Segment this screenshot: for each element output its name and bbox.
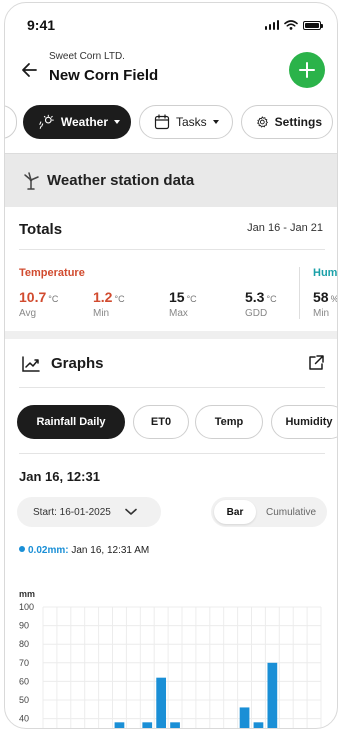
metric-caption: Max (169, 308, 188, 319)
start-date-select[interactable]: Start: 16-01-2025 (17, 497, 161, 527)
windmill-icon (24, 172, 39, 190)
weather-station-header: Weather station data (5, 153, 337, 207)
external-link-icon[interactable] (307, 354, 325, 372)
status-time: 9:41 (27, 17, 56, 33)
metric-value: 58 (313, 289, 329, 305)
tab-tasks-label: Tasks (176, 115, 207, 129)
divider (299, 267, 300, 319)
graphs-title: Graphs (51, 355, 104, 372)
totals-date-range: Jan 16 - Jan 21 (247, 222, 323, 234)
page-title: New Corn Field (49, 67, 159, 84)
calendar-icon (154, 114, 170, 130)
temperature-avg: 10.7 °C Avg (19, 289, 58, 319)
tab-weather-label: Weather (60, 115, 108, 129)
toggle-bar[interactable]: Bar (214, 500, 256, 524)
plus-icon (299, 62, 315, 78)
temperature-max: 15 °C Max (169, 289, 197, 319)
rainfall-bar[interactable] (170, 722, 180, 729)
metric-caption: Min (93, 308, 110, 319)
temperature-gdd: 5.3 °C GDD (245, 289, 277, 319)
phone-frame: 9:41 Sweet Corn LTD. New Corn Field Weat… (4, 2, 338, 729)
tab-tasks[interactable]: Tasks (139, 105, 233, 139)
rainfall-bar[interactable] (142, 722, 153, 729)
chart-mode-toggle: Bar Cumulative (211, 497, 327, 527)
chevron-down-icon (125, 508, 137, 515)
y-tick-label: 100 (19, 602, 34, 612)
chip-et0[interactable]: ET0 (133, 405, 189, 439)
y-tick-label: 80 (19, 639, 29, 649)
battery-icon (303, 20, 323, 30)
y-tick-label: 40 (19, 714, 29, 724)
tab-previous-partial[interactable] (5, 105, 17, 139)
company-name: Sweet Corn LTD. (49, 51, 125, 62)
add-button[interactable] (289, 52, 325, 88)
tab-settings-label: Settings (274, 115, 322, 129)
graph-date: Jan 16, 12:31 (19, 469, 100, 484)
metric-unit: °C (48, 294, 59, 304)
humidity-min: 58% Min (313, 289, 338, 319)
metric-value: 5.3 (245, 289, 265, 305)
rainfall-bar[interactable] (239, 707, 250, 729)
rainfall-bar[interactable] (267, 662, 278, 729)
chip-rainfall-daily[interactable]: Rainfall Daily (17, 405, 125, 439)
totals-title: Totals (19, 221, 63, 238)
reading-time: Jan 16, 12:31 AM (71, 545, 150, 556)
selected-reading: 0.02mm: Jan 16, 12:31 AM (19, 545, 149, 556)
rain-sun-icon (39, 114, 54, 129)
rainfall-bar[interactable] (114, 722, 125, 729)
metric-value: 1.2 (93, 289, 113, 305)
metric-value: 10.7 (19, 289, 47, 305)
humidity-label: Humi (313, 267, 338, 279)
chip-humidity[interactable]: Humidity (271, 405, 337, 439)
tab-weather[interactable]: Weather (23, 105, 131, 139)
metric-unit: °C (114, 294, 125, 304)
y-tick-label: 50 (19, 695, 29, 705)
app-header: Sweet Corn LTD. New Corn Field (5, 47, 337, 97)
weather-station-title: Weather station data (47, 172, 195, 189)
chevron-down-icon (212, 120, 219, 124)
trend-chart-icon (22, 356, 40, 372)
divider (19, 387, 325, 388)
chip-temp[interactable]: Temp (195, 405, 263, 439)
reading-amount: 0.02mm: (28, 545, 69, 556)
back-arrow-icon[interactable] (19, 59, 41, 81)
wifi-icon (284, 20, 298, 30)
totals-header: Totals Jan 16 - Jan 21 (5, 217, 337, 241)
divider (19, 453, 325, 454)
series-dot (19, 546, 25, 553)
rainfall-bar[interactable] (253, 722, 264, 729)
metric-unit: °C (266, 294, 277, 304)
y-tick-label: 70 (19, 658, 29, 668)
divider (19, 249, 325, 250)
rainfall-bar[interactable] (156, 677, 167, 729)
y-tick-label: 60 (19, 676, 29, 686)
start-date-value: Start: 16-01-2025 (33, 506, 111, 518)
metric-caption: Avg (19, 308, 37, 319)
tab-bar: Weather Tasks Settings (5, 105, 337, 139)
metric-unit: °C (186, 294, 197, 304)
tab-settings[interactable]: Settings (241, 105, 333, 139)
y-tick-label: 90 (19, 621, 29, 631)
gear-icon (257, 116, 268, 128)
metric-unit: % (330, 294, 338, 304)
toggle-cumulative[interactable]: Cumulative (259, 500, 323, 524)
status-icons (264, 20, 323, 30)
temperature-label: Temperature (19, 267, 85, 279)
chevron-down-icon (114, 120, 120, 124)
signal-icon (264, 20, 279, 30)
metric-caption: Min (313, 308, 330, 319)
metric-value: 15 (169, 289, 185, 305)
temperature-min: 1.2 °C Min (93, 289, 125, 319)
status-bar: 9:41 (5, 17, 337, 37)
rainfall-chart: mm 100 90 80 70 60 50 40 (19, 589, 322, 729)
section-separator (5, 331, 337, 339)
y-axis-label: mm (19, 589, 35, 599)
metric-caption: GDD (245, 308, 268, 319)
